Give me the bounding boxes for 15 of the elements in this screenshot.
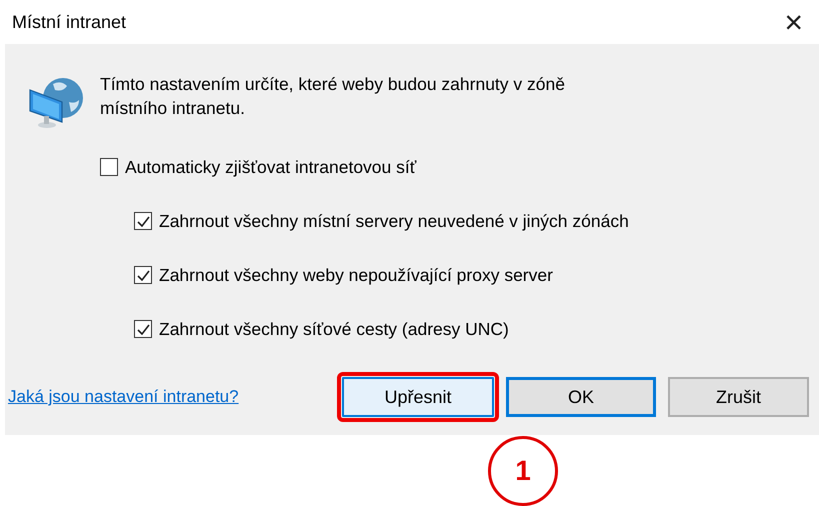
- checkbox[interactable]: [134, 212, 152, 230]
- dialog-button[interactable]: Zrušit: [668, 377, 809, 417]
- dialog-button[interactable]: OK: [506, 377, 656, 417]
- checkbox-label[interactable]: Automaticky zjišťovat intranetovou síť: [125, 156, 416, 178]
- checkbox-label[interactable]: Zahrnout všechny místní servery neuvedené v jiných zónách: [159, 210, 629, 232]
- step-marker: 1: [488, 436, 558, 506]
- close-button[interactable]: ×: [776, 6, 811, 38]
- checkbox[interactable]: [134, 320, 152, 338]
- checkbox[interactable]: [134, 266, 152, 284]
- checkbox[interactable]: [100, 158, 118, 176]
- checkbox-label[interactable]: Zahrnout všechny síťové cesty (adresy UNC): [159, 318, 509, 340]
- window-title: Místní intranet: [12, 12, 126, 33]
- help-link[interactable]: Jaká jsou nastavení intranetu?: [8, 387, 239, 407]
- description-text: Tímto nastavením určíte, které weby budou zahrnuty v zóně místního intranetu.: [100, 73, 566, 120]
- checkbox-label[interactable]: Zahrnout všechny weby nepoužívající proxy server: [159, 264, 553, 286]
